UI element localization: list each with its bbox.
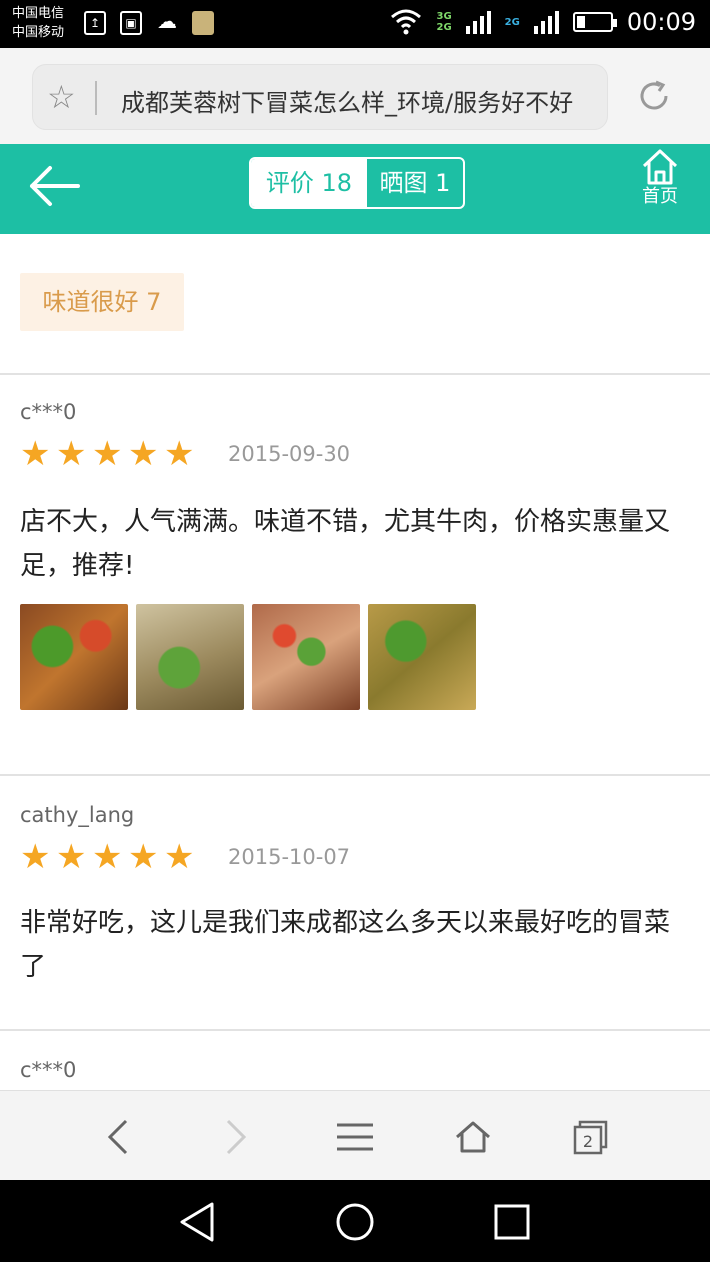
- review-divider: [0, 1029, 710, 1031]
- section-divider: [0, 373, 710, 375]
- review-author: c***0: [20, 400, 77, 424]
- star-icon: ★: [56, 837, 87, 877]
- review-date: 2015-10-07: [228, 845, 351, 869]
- carrier-2: 中国移动: [12, 25, 65, 40]
- review-content: 非常好吃，这儿是我们来成都这么多天以来最好吃的冒菜了: [20, 908, 671, 982]
- cloud-icon: ☁: [157, 9, 177, 33]
- star-icon: ★: [164, 434, 195, 474]
- app-icon: [192, 11, 214, 35]
- review-content: 店不大，人气满满。味道不错，尤其牛肉，价格实惠量又足，推荐!: [20, 507, 671, 581]
- chevron-right-icon: [226, 1119, 247, 1155]
- status-bar: 中国电信 中国移动 ↥ ▣ ☁ 3G 2G 2G 00:09: [0, 0, 710, 48]
- menu-icon: [337, 1123, 373, 1151]
- address-divider: [95, 81, 97, 115]
- reload-icon[interactable]: [636, 78, 672, 114]
- star-icon: ★: [20, 434, 51, 474]
- signal-1-icon: [465, 10, 491, 34]
- review-photos: [20, 604, 690, 710]
- battery-icon: [572, 12, 617, 32]
- carrier-info: 中国电信 中国移动: [12, 4, 64, 42]
- review-item: c***0: [20, 1056, 690, 1084]
- notification-icons: ↥ ▣ ☁: [84, 11, 214, 35]
- chevron-left-icon: [107, 1119, 128, 1155]
- star-rating: ★ ★ ★ ★ ★: [20, 436, 198, 472]
- network-type-2: 2G: [505, 17, 520, 28]
- star-icon: ★: [20, 837, 51, 877]
- network-2g-label: 2G: [436, 22, 452, 33]
- network-type: 3G 2G: [436, 11, 451, 33]
- home-outline-icon: [456, 1121, 490, 1153]
- tab-reviews[interactable]: 评价 18: [251, 159, 367, 207]
- review-item: c***0 ★ ★ ★ ★ ★ 2015-09-30 店不大，人气满满。味道不错…: [20, 398, 690, 710]
- home-icon: [642, 149, 678, 185]
- taste-tag[interactable]: 味道很好 7: [20, 273, 184, 331]
- review-photo[interactable]: [136, 604, 244, 710]
- review-photo[interactable]: [20, 604, 128, 710]
- home-label: 首页: [642, 186, 678, 207]
- browser-menu-button[interactable]: [331, 1113, 379, 1161]
- browser-forward-button[interactable]: [212, 1113, 260, 1161]
- star-icon: ★: [92, 434, 123, 474]
- system-nav-bar: [0, 1180, 710, 1262]
- page-header: 评价 18 晒图 1 首页: [0, 144, 710, 234]
- network-2g-label-2: 2G: [504, 16, 520, 28]
- star-icon: ★: [164, 837, 195, 877]
- review-author: c***0: [20, 1058, 77, 1082]
- star-icon: ★: [128, 837, 159, 877]
- tabs-count: 2: [583, 1132, 593, 1151]
- tab-photos[interactable]: 晒图 1: [367, 159, 463, 207]
- review-author: cathy_lang: [20, 803, 135, 827]
- star-icon: ★: [128, 434, 159, 474]
- nav-back-icon[interactable]: [176, 1200, 220, 1244]
- image-icon: ▣: [120, 11, 142, 35]
- review-item: cathy_lang ★ ★ ★ ★ ★ 2015-10-07 非常好吃，这儿是…: [20, 801, 690, 989]
- review-photo[interactable]: [252, 604, 360, 710]
- browser-back-button[interactable]: [94, 1113, 142, 1161]
- star-icon: ★: [56, 434, 87, 474]
- home-button[interactable]: 首页: [636, 148, 684, 208]
- address-bar[interactable]: ☆ 成都芙蓉树下冒菜怎么样_环境/服务好不好: [32, 64, 608, 130]
- review-rating-row: ★ ★ ★ ★ ★ 2015-09-30: [20, 434, 690, 474]
- clock: 00:09: [626, 8, 696, 36]
- usb-icon: ↥: [84, 11, 106, 35]
- nav-home-icon[interactable]: [333, 1200, 377, 1244]
- tabs-icon: 2: [573, 1120, 608, 1155]
- browser-home-button[interactable]: [449, 1113, 497, 1161]
- review-tabs: 评价 18 晒图 1: [249, 157, 465, 209]
- browser-toolbar: 2: [0, 1090, 710, 1180]
- nav-recents-icon[interactable]: [490, 1200, 534, 1244]
- review-divider: [0, 774, 710, 776]
- star-icon: ★: [92, 837, 123, 877]
- back-arrow-icon[interactable]: [26, 164, 80, 208]
- carrier-1: 中国电信: [12, 6, 65, 21]
- review-photo[interactable]: [368, 604, 476, 710]
- wifi-icon: [391, 9, 422, 35]
- browser-address-area: ☆ 成都芙蓉树下冒菜怎么样_环境/服务好不好: [0, 48, 710, 144]
- browser-tabs-button[interactable]: 2: [567, 1113, 615, 1161]
- bookmark-star-icon[interactable]: ☆: [47, 79, 76, 115]
- signal-2-icon: [533, 10, 559, 34]
- page-title-url[interactable]: 成都芙蓉树下冒菜怎么样_环境/服务好不好: [121, 83, 593, 118]
- network-3g-label: 3G: [436, 11, 452, 22]
- review-date: 2015-09-30: [228, 442, 351, 466]
- review-rating-row: ★ ★ ★ ★ ★ 2015-10-07: [20, 837, 690, 877]
- system-status: 3G 2G 2G 00:09: [390, 8, 696, 36]
- star-rating: ★ ★ ★ ★ ★: [20, 839, 198, 875]
